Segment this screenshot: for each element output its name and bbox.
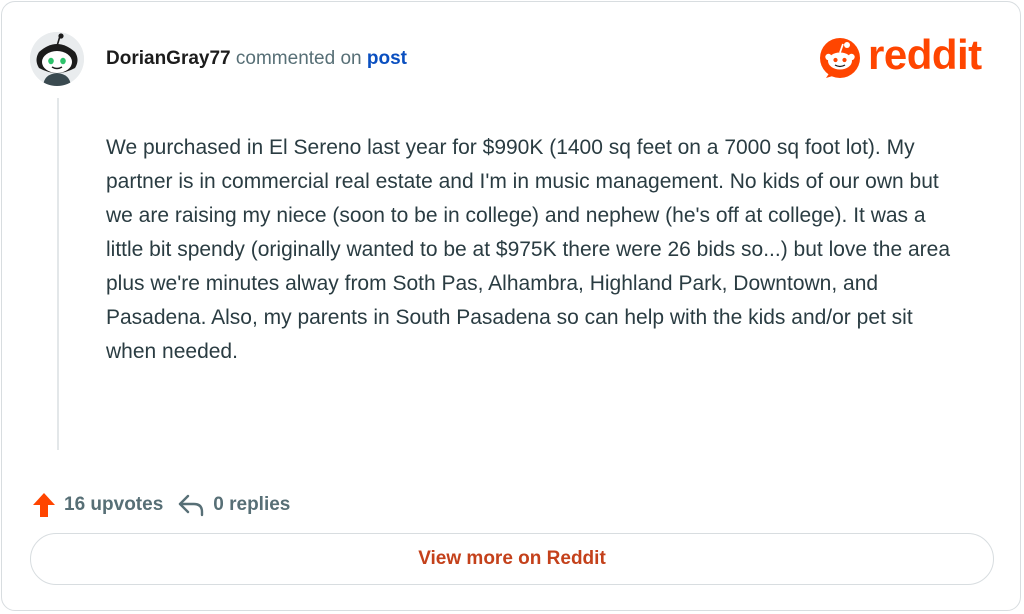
avatar[interactable] xyxy=(30,32,84,86)
snoo-avatar-icon xyxy=(30,32,84,86)
upvote-arrow-icon xyxy=(33,493,55,517)
upvote-count: 16 upvotes xyxy=(64,494,164,515)
comment-header: DorianGray77 commented on post xyxy=(106,47,407,71)
reply-button[interactable]: 0 replies xyxy=(177,493,290,517)
upvote-button[interactable]: 16 upvotes xyxy=(32,492,163,518)
comment-body: We purchased in El Sereno last year for … xyxy=(106,136,950,363)
view-more-button[interactable]: View more on Reddit xyxy=(30,533,994,585)
reply-arrow-icon xyxy=(179,494,204,517)
reply-count: 0 replies xyxy=(213,494,291,515)
reddit-snoo-icon xyxy=(820,38,860,78)
commented-on-text: commented on xyxy=(235,48,362,69)
comment-actions: 16 upvotes 0 replies xyxy=(32,490,290,520)
comment-embed-card: DorianGray77 commented on post reddit We… xyxy=(1,1,1021,611)
reddit-logo[interactable]: reddit xyxy=(818,31,982,80)
reddit-wordmark: reddit xyxy=(868,31,982,78)
post-link[interactable]: post xyxy=(367,48,407,69)
thread-line xyxy=(57,98,59,450)
author-username[interactable]: DorianGray77 xyxy=(106,48,231,69)
